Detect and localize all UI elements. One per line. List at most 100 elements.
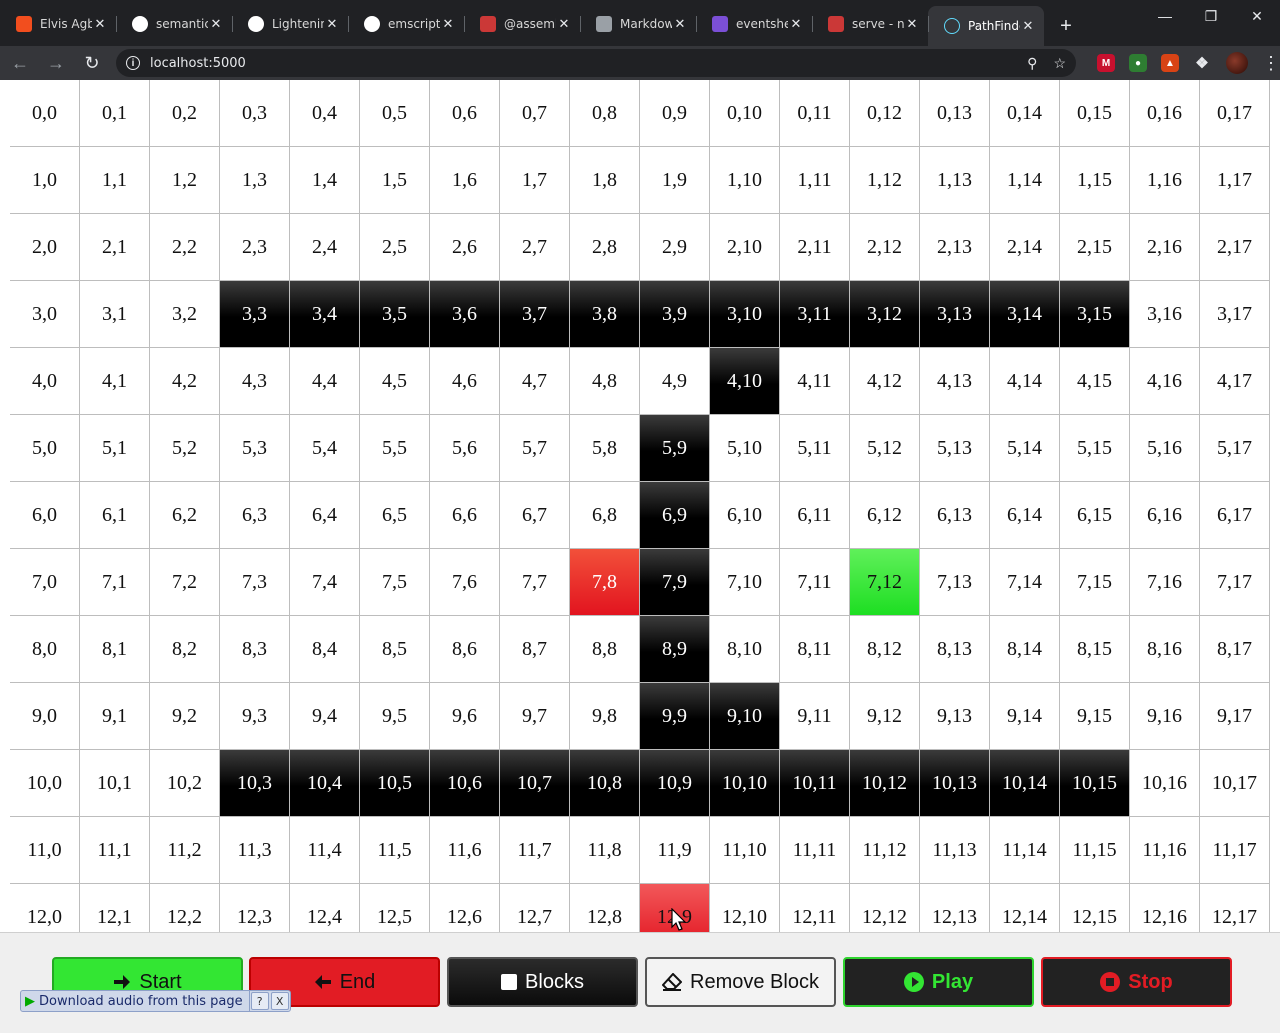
- browser-tab[interactable]: @assemb✕: [464, 6, 580, 42]
- zoom-icon[interactable]: ⚲: [1027, 55, 1037, 72]
- grid-cell[interactable]: 8,1: [80, 616, 150, 683]
- info-icon[interactable]: i: [126, 56, 140, 70]
- grid-cell[interactable]: 0,2: [150, 80, 220, 147]
- grid-cell[interactable]: 12,15: [1060, 884, 1130, 932]
- red-extension-icon[interactable]: ▲: [1161, 54, 1179, 72]
- grid-cell[interactable]: 4,2: [150, 348, 220, 415]
- tab-close-icon[interactable]: ✕: [324, 16, 340, 32]
- grid-cell[interactable]: 1,5: [360, 147, 430, 214]
- grid-cell[interactable]: 8,5: [360, 616, 430, 683]
- grid-cell[interactable]: 9,0: [10, 683, 80, 750]
- grid-cell[interactable]: 4,14: [990, 348, 1060, 415]
- grid-cell[interactable]: 5,8: [570, 415, 640, 482]
- grid-cell[interactable]: 0,5: [360, 80, 430, 147]
- grid-cell[interactable]: 11,7: [500, 817, 570, 884]
- grid-cell[interactable]: 11,15: [1060, 817, 1130, 884]
- grid-cell[interactable]: 8,8: [570, 616, 640, 683]
- grid-cell-block[interactable]: 10,5: [360, 750, 430, 817]
- grid-cell[interactable]: 7,2: [150, 549, 220, 616]
- mcafee-extension-icon[interactable]: M: [1097, 54, 1115, 72]
- reload-icon[interactable]: ↻: [76, 49, 108, 77]
- grid-cell[interactable]: 11,2: [150, 817, 220, 884]
- grid-cell[interactable]: 12,2: [150, 884, 220, 932]
- grid-cell-block[interactable]: 10,11: [780, 750, 850, 817]
- grid-cell[interactable]: 2,10: [710, 214, 780, 281]
- grid-cell[interactable]: 11,3: [220, 817, 290, 884]
- browser-menu-icon[interactable]: ⋮: [1262, 53, 1280, 74]
- grid-cell[interactable]: 5,16: [1130, 415, 1200, 482]
- grid-cell[interactable]: 8,7: [500, 616, 570, 683]
- grid-cell[interactable]: 0,14: [990, 80, 1060, 147]
- minimize-icon[interactable]: —: [1142, 0, 1188, 32]
- grid-cell[interactable]: 12,4: [290, 884, 360, 932]
- grid-cell[interactable]: 2,4: [290, 214, 360, 281]
- grid-cell[interactable]: 5,15: [1060, 415, 1130, 482]
- grid-cell-block[interactable]: 3,3: [220, 281, 290, 348]
- grid-cell-block[interactable]: 3,6: [430, 281, 500, 348]
- grid-cell[interactable]: 2,2: [150, 214, 220, 281]
- grid-cell[interactable]: 0,9: [640, 80, 710, 147]
- grid-cell[interactable]: 4,17: [1200, 348, 1270, 415]
- grid-cell[interactable]: 12,13: [920, 884, 990, 932]
- grid-cell[interactable]: 12,14: [990, 884, 1060, 932]
- new-tab-button[interactable]: +: [1050, 15, 1082, 38]
- grid-cell[interactable]: 0,11: [780, 80, 850, 147]
- grid-cell[interactable]: 11,9: [640, 817, 710, 884]
- grid-cell[interactable]: 11,4: [290, 817, 360, 884]
- grid-cell[interactable]: 2,1: [80, 214, 150, 281]
- tab-close-icon[interactable]: ✕: [92, 16, 108, 32]
- download-audio-button[interactable]: ▶ Download audio from this page: [21, 991, 250, 1011]
- grid-cell[interactable]: 11,14: [990, 817, 1060, 884]
- back-arrow-icon[interactable]: ←: [4, 49, 36, 77]
- grid-cell[interactable]: 5,6: [430, 415, 500, 482]
- help-button[interactable]: ?: [250, 992, 269, 1010]
- grid-cell[interactable]: 8,10: [710, 616, 780, 683]
- browser-tab[interactable]: PathFinde✕: [928, 6, 1044, 46]
- tab-close-icon[interactable]: ✕: [904, 16, 920, 32]
- grid-cell[interactable]: 8,13: [920, 616, 990, 683]
- grid-cell[interactable]: 4,8: [570, 348, 640, 415]
- grid-cell[interactable]: 8,14: [990, 616, 1060, 683]
- grid-cell[interactable]: 1,6: [430, 147, 500, 214]
- grid-cell[interactable]: 1,1: [80, 147, 150, 214]
- grid-cell[interactable]: 12,8: [570, 884, 640, 932]
- grid-cell[interactable]: 6,17: [1200, 482, 1270, 549]
- grid-cell[interactable]: 7,11: [780, 549, 850, 616]
- grid-cell[interactable]: 11,11: [780, 817, 850, 884]
- grid-cell[interactable]: 8,16: [1130, 616, 1200, 683]
- grid-cell-block[interactable]: 9,9: [640, 683, 710, 750]
- grid-cell[interactable]: 2,11: [780, 214, 850, 281]
- close-window-icon[interactable]: ✕: [1234, 0, 1280, 32]
- grid-cell[interactable]: 4,3: [220, 348, 290, 415]
- grid-cell[interactable]: 0,17: [1200, 80, 1270, 147]
- grid-cell[interactable]: 7,4: [290, 549, 360, 616]
- grid-cell[interactable]: 1,10: [710, 147, 780, 214]
- grid-cell[interactable]: 4,12: [850, 348, 920, 415]
- browser-tab[interactable]: emscripte✕: [348, 6, 464, 42]
- grid-cell[interactable]: 7,13: [920, 549, 990, 616]
- grid-cell[interactable]: 9,13: [920, 683, 990, 750]
- tab-close-icon[interactable]: ✕: [1020, 18, 1036, 34]
- grid-cell[interactable]: 9,12: [850, 683, 920, 750]
- remove-block-button[interactable]: Remove Block: [645, 957, 836, 1007]
- grid-cell[interactable]: 8,6: [430, 616, 500, 683]
- grid-cell[interactable]: 11,5: [360, 817, 430, 884]
- grid-cell[interactable]: 9,4: [290, 683, 360, 750]
- grid-cell[interactable]: 0,4: [290, 80, 360, 147]
- grid-cell[interactable]: 3,0: [10, 281, 80, 348]
- grid-cell[interactable]: 12,10: [710, 884, 780, 932]
- grid-cell[interactable]: 8,11: [780, 616, 850, 683]
- grid-cell[interactable]: 7,6: [430, 549, 500, 616]
- grid-cell-block[interactable]: 10,8: [570, 750, 640, 817]
- grid-cell[interactable]: 2,3: [220, 214, 290, 281]
- browser-tab[interactable]: serve - np✕: [812, 6, 928, 42]
- grid-cell[interactable]: 4,6: [430, 348, 500, 415]
- browser-tab[interactable]: eventshe ✕: [696, 6, 812, 42]
- grid-cell[interactable]: 2,5: [360, 214, 430, 281]
- grid-cell-block[interactable]: 10,15: [1060, 750, 1130, 817]
- grid-cell-block[interactable]: 10,10: [710, 750, 780, 817]
- grid-cell-block[interactable]: 10,13: [920, 750, 990, 817]
- grid-cell[interactable]: 6,8: [570, 482, 640, 549]
- grid-cell[interactable]: 0,15: [1060, 80, 1130, 147]
- grid-cell-block[interactable]: 3,4: [290, 281, 360, 348]
